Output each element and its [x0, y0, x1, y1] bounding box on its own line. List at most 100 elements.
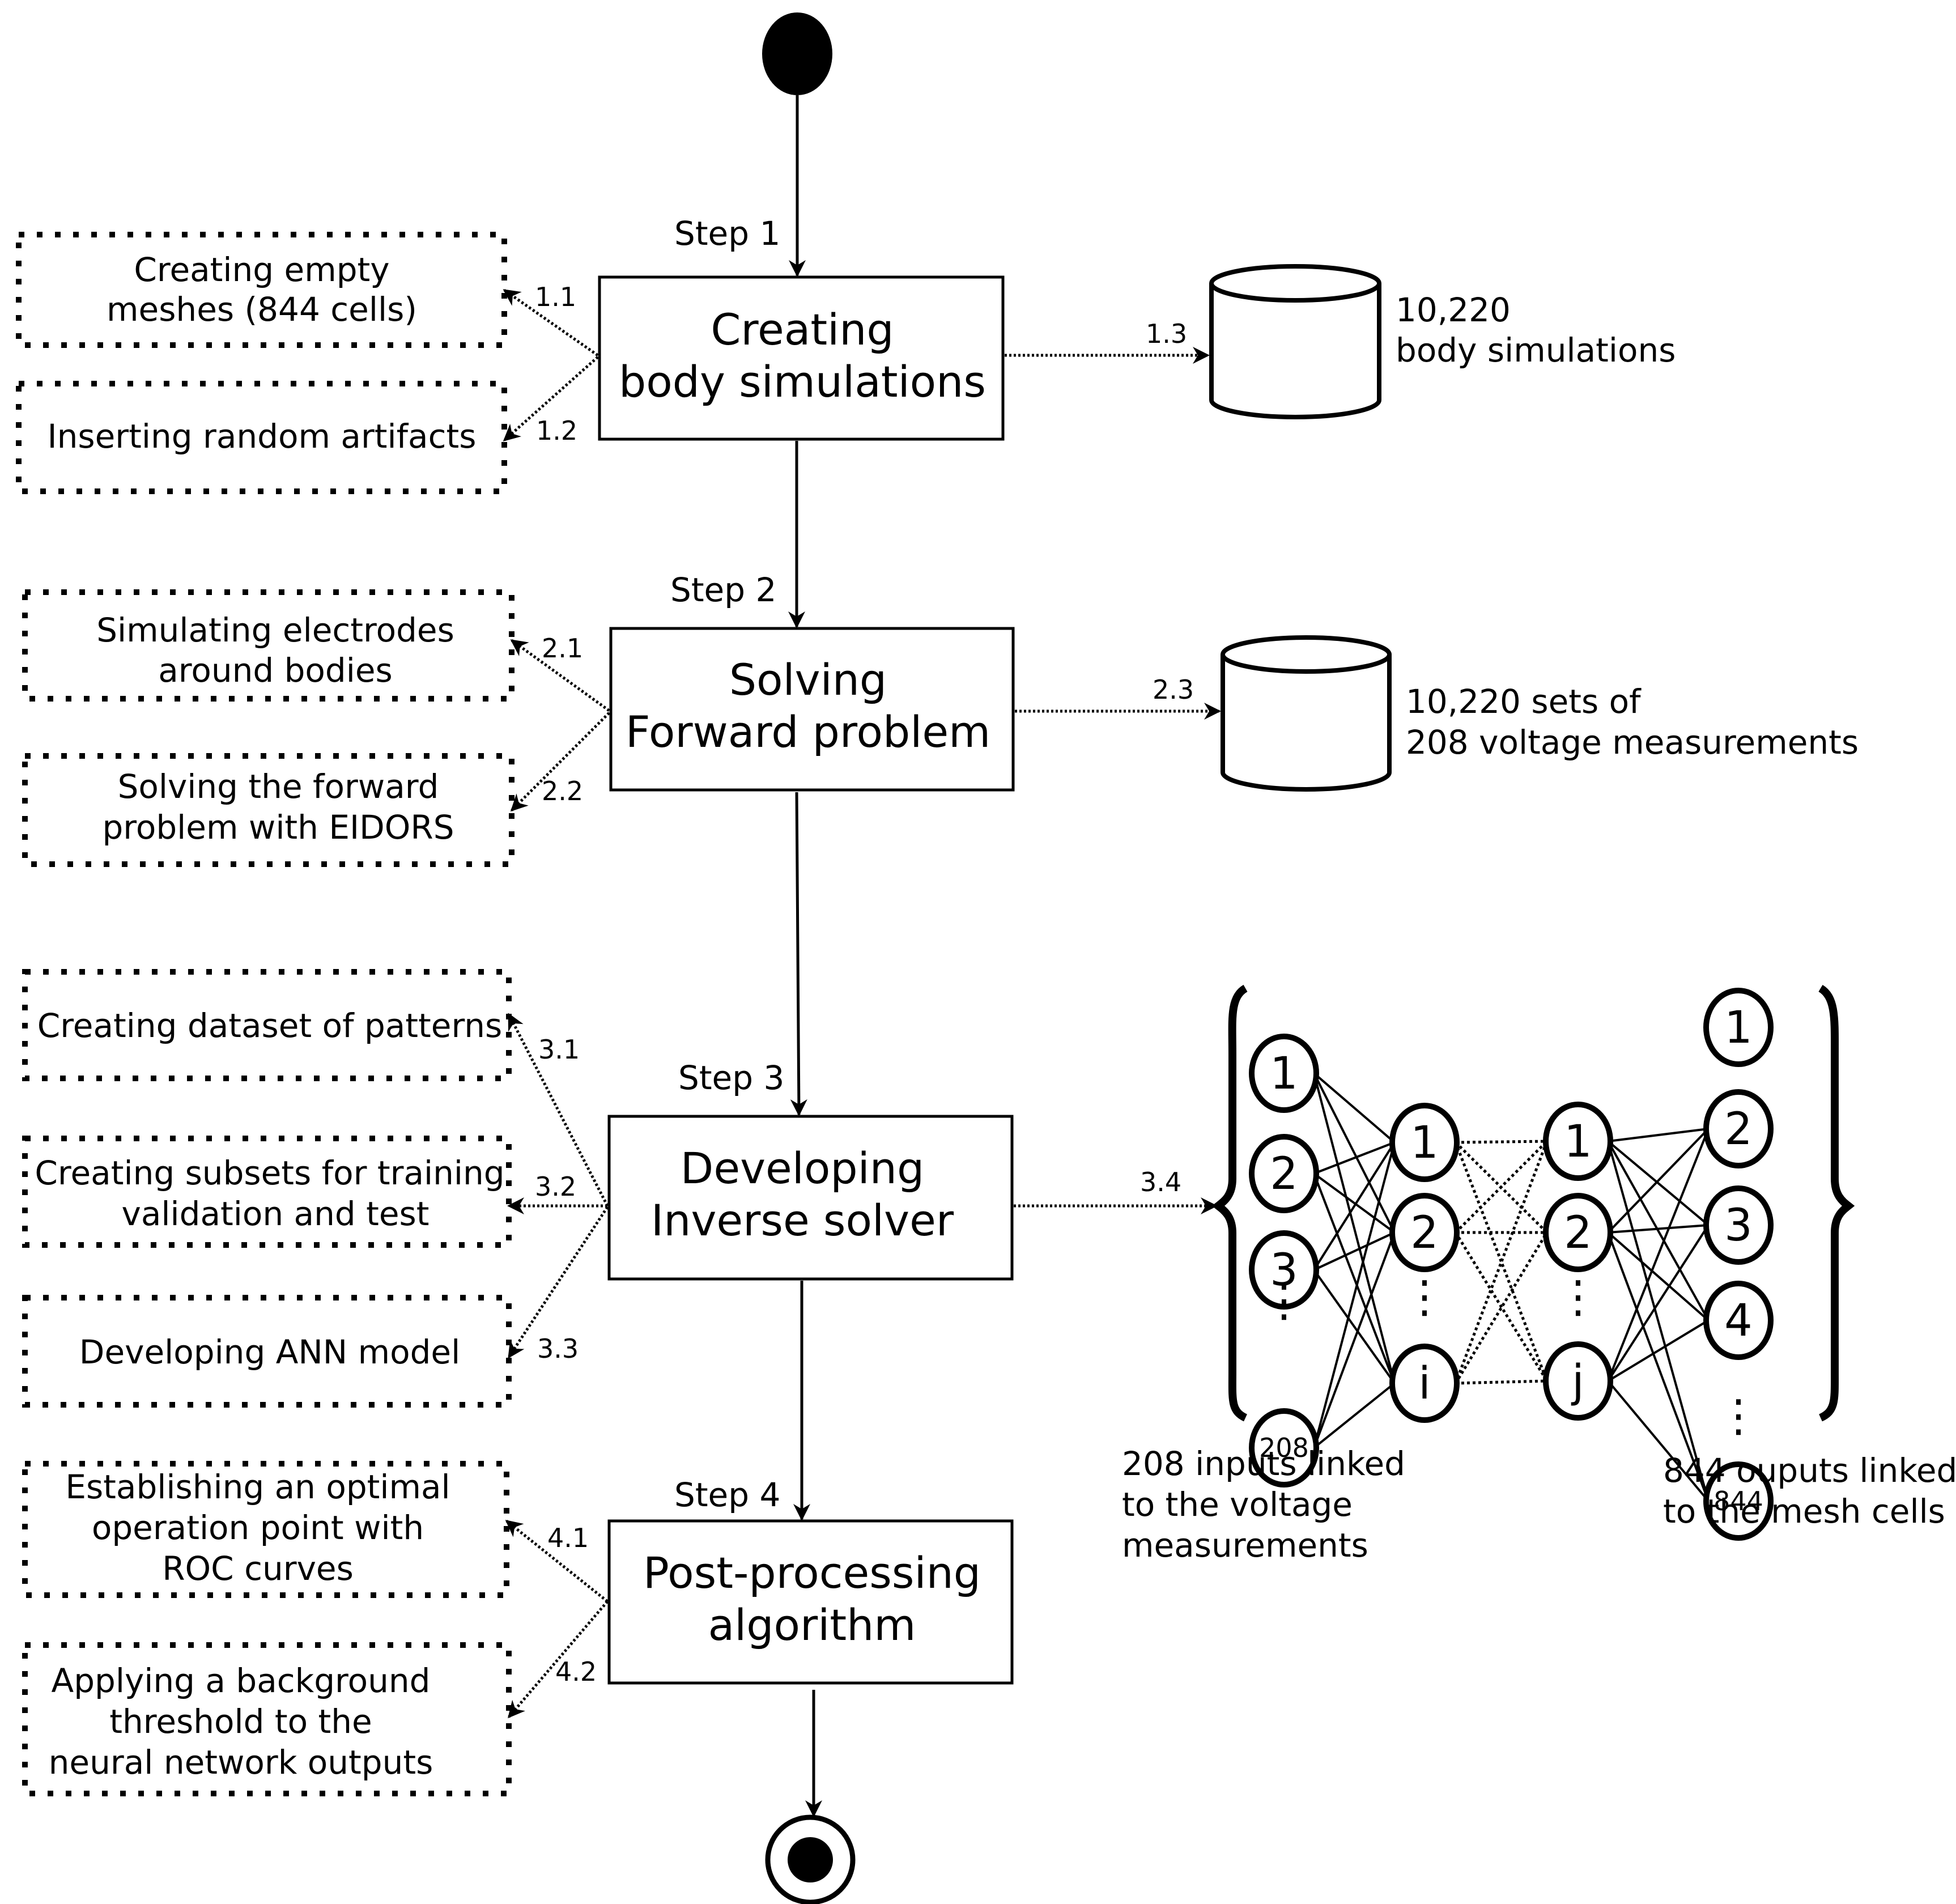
nn-node-input: 2 — [1249, 1134, 1319, 1213]
nn-edge-input-hidden1 — [1313, 1073, 1396, 1233]
nn-edge-hidden1-hidden2 — [1454, 1141, 1549, 1384]
nn-node-label: 2 — [1724, 1104, 1753, 1155]
nn-node-label: 1 — [1564, 1116, 1592, 1167]
nn-node-label: 1 — [1724, 1002, 1753, 1053]
nn-edge-input-hidden1 — [1313, 1142, 1396, 1448]
nn-edge-input-hidden1 — [1313, 1269, 1396, 1384]
subtask-3-2: Creating subsets for training validation… — [22, 1136, 512, 1248]
svg-text:threshold to the: threshold to the — [109, 1702, 372, 1741]
subtask-2-2: Solving the forward problem with EIDORS — [22, 753, 514, 867]
svg-text:Establishing an optimal: Establishing an optimal — [65, 1468, 450, 1506]
label-3-2: 3.2 — [535, 1171, 576, 1202]
svg-text:208 inputs linked: 208 inputs linked — [1122, 1444, 1405, 1483]
svg-text:844 ouputs linked: 844 ouputs linked — [1663, 1451, 1956, 1490]
svg-text:algorithm: algorithm — [708, 1600, 916, 1650]
svg-text:Creating empty: Creating empty — [134, 250, 389, 289]
subtask-1-2: Inserting random artifacts — [16, 381, 507, 494]
nn-edge-hidden1-hidden2 — [1455, 1140, 1547, 1144]
svg-text:to the voltage: to the voltage — [1122, 1485, 1353, 1524]
label-3-4: 3.4 — [1140, 1167, 1181, 1197]
step3-label: Step 3 — [678, 1059, 784, 1097]
output-2-3-line1: 10,220 sets of — [1406, 682, 1642, 721]
nn-edge-hidden2-output — [1607, 1231, 1710, 1321]
label-1-3: 1.3 — [1146, 318, 1187, 349]
svg-text:Creating dataset of patterns: Creating dataset of patterns — [37, 1006, 503, 1045]
svg-text:Simulating electrodes: Simulating electrodes — [96, 611, 454, 649]
svg-text:Applying a background: Applying a background — [52, 1661, 431, 1700]
nn-node-label: 4 — [1724, 1295, 1753, 1346]
nn-node-hidden1: 1 — [1389, 1103, 1460, 1182]
step3-box: Developing Inverse solver — [607, 1115, 1014, 1281]
nn-edge-hidden2-output — [1607, 1319, 1710, 1382]
nn-node-label: 1 — [1270, 1048, 1298, 1099]
svg-text:ROC curves: ROC curves — [162, 1549, 354, 1588]
svg-text:operation point with: operation point with — [92, 1508, 424, 1547]
svg-text:Developing: Developing — [681, 1143, 924, 1193]
svg-text:Inverse solver: Inverse solver — [651, 1195, 954, 1246]
output-1-3-line1: 10,220 — [1396, 291, 1511, 329]
svg-text:problem with EIDORS: problem with EIDORS — [102, 808, 454, 847]
ellipsis-hidden1: ⋮ — [1402, 1272, 1447, 1323]
nn-node-output: 2 — [1703, 1089, 1774, 1168]
nn-edge-input-hidden1 — [1313, 1072, 1396, 1144]
step1-label: Step 1 — [674, 214, 780, 253]
ellipsis-outputs: ⋮ — [1716, 1391, 1761, 1442]
subtask-4-2: Applying a background threshold to the n… — [22, 1642, 512, 1796]
nn-node-hidden1: 2 — [1389, 1193, 1460, 1272]
svg-text:neural network outputs: neural network outputs — [49, 1743, 433, 1782]
svg-text:Creating subsets for training: Creating subsets for training — [35, 1154, 504, 1192]
nn-node-hidden2: 2 — [1543, 1193, 1613, 1272]
label-2-2: 2.2 — [542, 776, 583, 806]
nn-node-output: 3 — [1703, 1185, 1774, 1265]
svg-text:Solving the forward: Solving the forward — [118, 767, 439, 806]
database-body-simulations-icon — [1209, 264, 1381, 419]
label-2-1: 2.1 — [542, 633, 583, 664]
subtask-2-1: Simulating electrodes around bodies — [22, 589, 514, 702]
svg-text:Inserting random artifacts: Inserting random artifacts — [48, 417, 477, 456]
flow-arrow-step2-step3 — [790, 792, 807, 1116]
input-caption: 208 inputs linked to the voltage measure… — [1122, 1444, 1405, 1565]
step2-label: Step 2 — [670, 571, 776, 609]
svg-text:Developing ANN model: Developing ANN model — [79, 1333, 460, 1371]
svg-text:body simulations: body simulations — [619, 356, 986, 407]
label-2-3: 2.3 — [1153, 674, 1194, 705]
svg-text:Creating: Creating — [711, 304, 894, 355]
nn-node-output: 4 — [1703, 1281, 1774, 1360]
svg-text:to the mesh cells: to the mesh cells — [1663, 1492, 1945, 1531]
nn-node-hidden1: i — [1389, 1344, 1460, 1423]
nn-edge-input-hidden1 — [1313, 1073, 1396, 1384]
ellipsis-inputs: ⋮ — [1262, 1276, 1306, 1327]
subtask-3-1: Creating dataset of patterns — [22, 969, 512, 1081]
svg-text:validation and test: validation and test — [122, 1195, 430, 1233]
svg-text:meshes (844 cells): meshes (844 cells) — [107, 290, 417, 329]
step1-box: Creating body simulations — [598, 275, 1005, 441]
output-2-3-line2: 208 voltage measurements — [1406, 723, 1859, 762]
output-1-3-line2: body simulations — [1396, 331, 1676, 369]
nn-node-hidden2: 1 — [1543, 1102, 1613, 1181]
svg-text:Forward problem: Forward problem — [626, 707, 990, 757]
step4-label: Step 4 — [674, 1476, 780, 1514]
nn-node-label: 2 — [1270, 1149, 1298, 1200]
label-4-1: 4.1 — [547, 1523, 589, 1553]
nn-edge-hidden2-output — [1607, 1224, 1710, 1382]
label-3-1: 3.1 — [538, 1034, 580, 1065]
end-node — [765, 1814, 856, 1904]
ellipsis-hidden2: ⋮ — [1556, 1272, 1600, 1323]
right-brace — [1818, 984, 1855, 1422]
step4-box: Post-processing algorithm — [607, 1519, 1014, 1685]
left-brace — [1211, 984, 1248, 1422]
nn-edge-hidden1-hidden2 — [1455, 1379, 1547, 1385]
nn-node-label: 1 — [1410, 1117, 1439, 1168]
nn-node-hidden2: j — [1543, 1341, 1613, 1421]
nn-edge-input-hidden1 — [1313, 1141, 1395, 1175]
nn-node-input: 1 — [1249, 1034, 1319, 1113]
nn-node-label: i — [1418, 1358, 1431, 1409]
database-voltage-measurements-icon — [1221, 635, 1392, 792]
start-node — [762, 12, 832, 95]
nn-node-label: 2 — [1564, 1208, 1592, 1259]
subtask-1-1: Creating empty meshes (844 cells) — [16, 232, 507, 348]
svg-text:Post-processing: Post-processing — [643, 1548, 981, 1598]
step2-box: Solving Forward problem — [609, 627, 1015, 792]
nn-edge-hidden2-output — [1607, 1140, 1710, 1226]
svg-text:around bodies: around bodies — [158, 651, 393, 690]
